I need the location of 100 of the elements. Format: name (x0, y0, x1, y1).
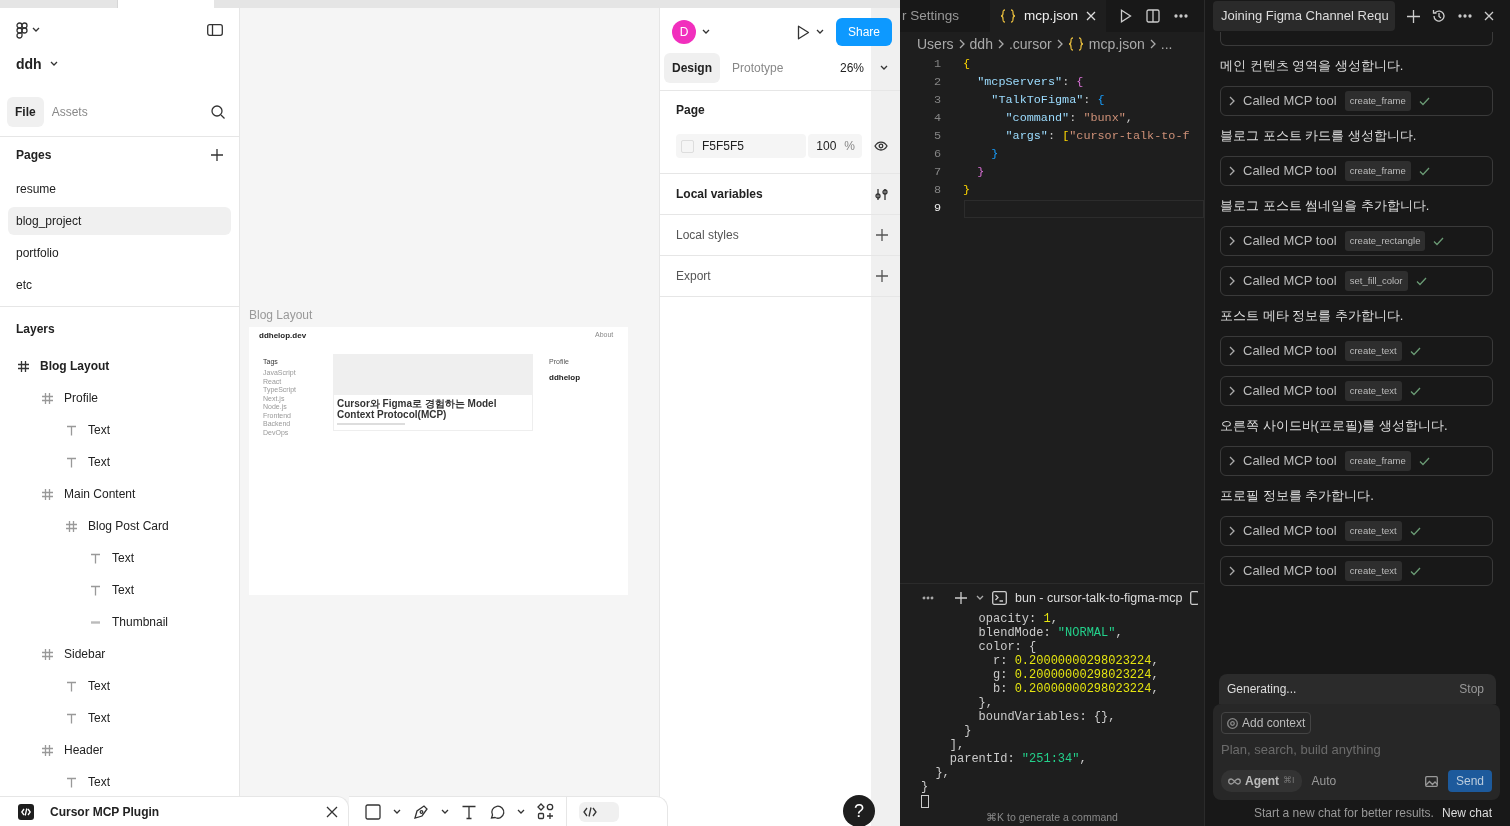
panel-tab[interactable]: Assets (43, 97, 96, 127)
add-context-button[interactable]: Add context (1221, 712, 1312, 734)
terminal-hint: ⌘K to generate a command (985, 810, 1119, 825)
terminal-line: color: { (977, 640, 1038, 654)
terminal-line: parentId: "251:34", (948, 752, 1088, 766)
caret-icon[interactable] (702, 29, 710, 35)
terminal-line: b: 0.20000000298023224, (992, 682, 1160, 696)
add-icon[interactable] (876, 229, 888, 241)
page-item[interactable]: etc (8, 271, 231, 299)
caret-icon[interactable] (880, 65, 888, 71)
send-button[interactable]: Send (1447, 770, 1492, 792)
new-chat-icon[interactable] (1407, 9, 1420, 23)
more-icon[interactable] (1458, 14, 1472, 18)
section-title: Page (676, 102, 706, 119)
more-icon[interactable] (922, 596, 934, 600)
caret-icon[interactable] (393, 808, 401, 815)
page-item[interactable]: portfolio (8, 239, 231, 267)
page-item[interactable]: blog_project (8, 207, 231, 235)
terminal-title[interactable]: bun - cursor-talk-to-figma-mcp (1015, 588, 1183, 608)
pen-tool-icon[interactable] (413, 803, 429, 820)
add-icon[interactable] (876, 270, 888, 282)
layer-item[interactable]: Blog Post Card (88, 517, 169, 535)
layer-item[interactable]: Sidebar (64, 645, 106, 663)
code-line: } (976, 164, 985, 182)
stop-link[interactable]: Stop (1459, 680, 1484, 698)
close-icon[interactable] (326, 805, 338, 818)
panel-toggle-icon[interactable] (207, 24, 223, 36)
more-icon[interactable] (1174, 14, 1189, 18)
file-name[interactable]: ddh (16, 53, 42, 75)
color-field[interactable]: F5F5F5 (676, 134, 806, 158)
split-editor-icon[interactable] (1146, 9, 1161, 23)
text-tool-icon[interactable] (461, 803, 477, 820)
text-icon (66, 680, 77, 692)
tool-call-row[interactable]: Called MCP tool create_rectangle (1220, 226, 1493, 256)
caret-icon[interactable] (49, 61, 58, 67)
editor-tab[interactable]: mcp.json (990, 0, 1107, 32)
line-number: 5 (932, 128, 941, 146)
caret-icon[interactable] (815, 29, 824, 35)
split-terminal-icon[interactable] (1190, 591, 1199, 605)
breadcrumb-item[interactable]: Users (917, 33, 954, 55)
line-number: 1 (932, 56, 941, 74)
layer-item[interactable]: Text (112, 581, 134, 599)
layer-item[interactable]: Main Content (64, 485, 136, 503)
panel-tab[interactable]: Design (664, 53, 720, 83)
tool-call-row[interactable]: Called MCP tool create_text (1220, 516, 1493, 546)
layer-item[interactable]: Blog Layout (40, 357, 110, 375)
layer-item[interactable]: Text (88, 709, 110, 727)
panel-tab[interactable]: Prototype (724, 53, 792, 83)
layer-item[interactable]: Header (64, 741, 104, 759)
logo-icon[interactable] (16, 21, 28, 39)
tool-call-row[interactable]: Called MCP tool create_text (1220, 376, 1493, 406)
chevron-icon (1149, 39, 1156, 49)
mode-selector[interactable]: Agent ⌘I (1221, 770, 1302, 792)
line-number: 4 (932, 110, 941, 128)
run-icon[interactable] (1120, 9, 1133, 23)
caret-icon[interactable] (976, 595, 984, 601)
tool-call-row[interactable]: Called MCP tool create_frame (1220, 446, 1493, 476)
play-icon[interactable] (796, 24, 810, 40)
rectangle-tool-icon[interactable] (365, 803, 381, 820)
image-icon[interactable] (1424, 775, 1438, 787)
variables-icon[interactable] (875, 187, 888, 201)
layer-item[interactable]: Text (88, 453, 110, 471)
history-icon[interactable] (1432, 9, 1446, 23)
tool-call-row[interactable]: Called MCP tool create_text (1220, 556, 1493, 586)
tool-call-row[interactable]: Called MCP tool create_frame (1220, 156, 1493, 186)
tool-call-row[interactable]: Called MCP tool create_frame (1220, 86, 1493, 116)
layer-item[interactable]: Text (88, 677, 110, 695)
page-item[interactable]: resume (8, 175, 231, 203)
caret-icon[interactable] (517, 808, 525, 815)
chat-input-field[interactable]: Add context Plan, search, build anything Agent ⌘I Auto Send (1213, 704, 1500, 800)
model-selector[interactable]: Auto (1311, 772, 1337, 790)
breadcrumb-item[interactable]: mcp.json (1088, 33, 1145, 55)
chat-tab[interactable]: Joining Figma Channel Requ (1213, 1, 1395, 31)
eye-icon[interactable] (874, 141, 888, 151)
add-page-icon[interactable] (211, 149, 223, 161)
user-avatar[interactable]: D (672, 20, 696, 44)
layer-item[interactable]: Text (88, 773, 110, 791)
panel-tab[interactable]: File (7, 97, 44, 127)
comment-tool-icon[interactable] (489, 803, 505, 820)
breadcrumb-item[interactable]: ddh (969, 33, 993, 55)
caret-icon[interactable] (441, 808, 449, 815)
new-chat-link[interactable]: New chat (1441, 804, 1492, 822)
caret-icon[interactable] (32, 27, 40, 33)
opacity-field[interactable]: 100 % (808, 134, 862, 158)
zoom-level[interactable]: 26% (839, 59, 864, 77)
dev-mode-toggle[interactable] (579, 801, 619, 822)
editor-tab[interactable]: r Settings (900, 0, 990, 32)
layer-item[interactable]: Text (112, 549, 134, 567)
tool-call-row[interactable]: Called MCP tool set_fill_color (1220, 266, 1493, 296)
layer-item[interactable]: Text (88, 421, 110, 439)
help-button[interactable]: ? (843, 795, 875, 826)
breadcrumb-item[interactable]: .cursor (1008, 33, 1052, 55)
breadcrumb-item[interactable]: ... (1160, 33, 1173, 55)
search-icon[interactable] (211, 105, 225, 119)
components-icon[interactable] (537, 803, 554, 820)
post-title[interactable]: Cursor와 Figma로 경험하는 Model Context Protocol(MCP) (337, 398, 529, 420)
new-terminal-icon[interactable] (954, 591, 968, 605)
tool-call-row[interactable]: Called MCP tool create_text (1220, 336, 1493, 366)
layer-item[interactable]: Profile (64, 389, 98, 407)
layer-item[interactable]: Thumbnail (112, 613, 169, 631)
